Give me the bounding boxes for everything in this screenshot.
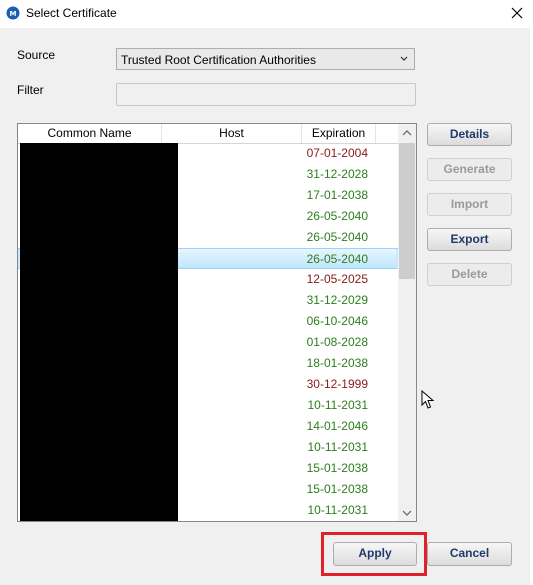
expiration-cell: 17-01-2038 <box>306 188 368 202</box>
details-button[interactable]: Details <box>427 123 512 146</box>
scroll-thumb[interactable] <box>399 143 415 279</box>
column-header-expiration[interactable]: Expiration <box>302 124 376 143</box>
expiration-cell: 18-01-2038 <box>306 356 368 370</box>
scroll-up-button[interactable] <box>398 124 416 141</box>
vertical-scrollbar[interactable] <box>398 124 416 521</box>
app-logo-icon: M <box>6 6 20 20</box>
close-icon <box>511 7 523 19</box>
source-label: Source <box>17 48 56 62</box>
expiration-cell: 12-05-2025 <box>306 272 368 286</box>
expiration-cell: 01-08-2028 <box>306 335 368 349</box>
cancel-button[interactable]: Cancel <box>427 542 512 566</box>
expiration-cell: 15-01-2038 <box>306 461 368 475</box>
apply-button[interactable]: Apply <box>333 542 417 566</box>
expiration-cell: 06-10-2046 <box>306 314 368 328</box>
certificate-list[interactable]: Common Name Host Expiration 07-01-2004 31… <box>17 123 417 522</box>
delete-button[interactable]: Delete <box>427 263 512 286</box>
chevron-down-icon <box>400 56 408 61</box>
redacted-region <box>20 143 178 521</box>
scroll-down-button[interactable] <box>398 504 416 521</box>
expiration-cell: 07-01-2004 <box>306 146 368 160</box>
close-button[interactable] <box>505 2 529 24</box>
expiration-cell: 15-01-2038 <box>306 482 368 496</box>
source-dropdown[interactable]: Trusted Root Certification Authorities <box>116 48 415 70</box>
chevron-up-icon <box>402 129 412 135</box>
import-button[interactable]: Import <box>427 193 512 216</box>
expiration-cell: 31-12-2029 <box>306 293 368 307</box>
expiration-cell: 26-05-2040 <box>306 209 368 223</box>
expiration-cell: 26-05-2040 <box>306 230 368 244</box>
export-button[interactable]: Export <box>427 228 512 251</box>
filter-input[interactable] <box>116 83 416 106</box>
source-value: Trusted Root Certification Authorities <box>121 53 316 67</box>
expiration-cell: 26-05-2040 <box>306 252 368 266</box>
expiration-cell: 10-11-2031 <box>307 398 369 412</box>
filter-label: Filter <box>17 83 44 97</box>
expiration-cell: 31-12-2028 <box>306 167 368 181</box>
expiration-cell: 14-01-2046 <box>306 419 368 433</box>
generate-button[interactable]: Generate <box>427 158 512 181</box>
expiration-cell: 10-11-2031 <box>307 440 369 454</box>
column-header-common-name[interactable]: Common Name <box>18 124 162 143</box>
chevron-down-icon <box>402 510 412 516</box>
mouse-cursor-icon <box>421 390 435 409</box>
expiration-cell: 10-11-2031 <box>307 503 369 517</box>
expiration-cell: 30-12-1999 <box>306 377 368 391</box>
window-title: Select Certificate <box>26 6 117 20</box>
column-header-host[interactable]: Host <box>162 124 302 143</box>
list-header: Common Name Host Expiration <box>18 124 398 144</box>
title-bar: M Select Certificate <box>0 0 533 28</box>
svg-text:M: M <box>10 10 17 18</box>
